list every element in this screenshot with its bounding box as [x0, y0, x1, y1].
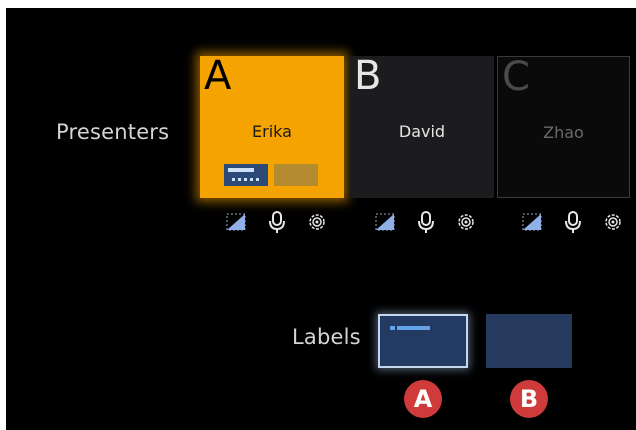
crop-icon[interactable]: [522, 210, 544, 234]
presenters-label: Presenters: [56, 120, 170, 144]
presenter-name: Erika: [252, 122, 292, 141]
callout-badge-b: B: [510, 380, 548, 418]
crop-icon[interactable]: [375, 210, 397, 234]
label-style-a[interactable]: [378, 314, 468, 368]
label-preview-active: [224, 164, 268, 186]
gear-icon[interactable]: [602, 210, 624, 234]
presenter-card-a[interactable]: A Erika: [200, 53, 344, 198]
presenter-name: Zhao: [543, 123, 584, 142]
microphone-icon[interactable]: [415, 210, 437, 234]
microphone-icon[interactable]: [562, 210, 584, 234]
crop-icon[interactable]: [226, 210, 248, 234]
gear-icon[interactable]: [455, 210, 477, 234]
presenter-card-b[interactable]: B David: [350, 53, 494, 198]
label-preview-inactive: [274, 164, 318, 186]
callout-badge-a: A: [404, 380, 442, 418]
presenter-name: David: [398, 122, 446, 141]
presenter-letter: C: [502, 54, 530, 100]
label-style-a-preview: [390, 326, 430, 330]
label-style-b[interactable]: [486, 314, 572, 368]
microphone-icon[interactable]: [266, 210, 288, 234]
presenter-letter: B: [354, 53, 382, 99]
presenter-letter: A: [204, 53, 232, 99]
presenter-card-c[interactable]: C Zhao: [497, 54, 630, 198]
labels-label: Labels: [292, 325, 361, 349]
gear-icon[interactable]: [306, 210, 328, 234]
